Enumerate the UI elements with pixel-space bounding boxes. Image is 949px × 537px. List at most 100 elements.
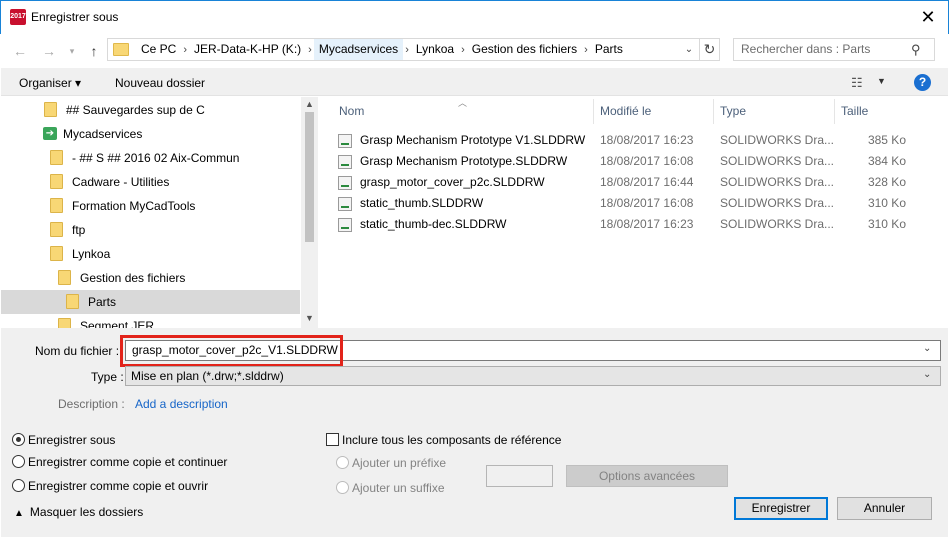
option-label: Ajouter un préfixe <box>352 456 447 470</box>
new-folder-button[interactable]: Nouveau dossier <box>115 76 205 90</box>
folder-icon <box>58 269 71 285</box>
file-size: 310 Ko <box>867 196 906 210</box>
column-header-date[interactable]: Modifié le <box>600 104 651 118</box>
nav-item-label: ## Sauvegardes sup de C <box>66 103 205 117</box>
file-name: static_thumb.SLDDRW <box>360 196 484 210</box>
nav-item-lynkoa[interactable]: Lynkoa <box>1 242 300 266</box>
file-date: 18/08/2017 16:44 <box>600 175 694 189</box>
hide-folders-toggle[interactable]: ▲ Masquer les dossiers <box>14 505 143 519</box>
forward-arrow-icon[interactable]: → <box>39 41 59 61</box>
file-type: SOLIDWORKS Dra... <box>720 217 835 231</box>
file-date: 18/08/2017 16:08 <box>600 154 694 168</box>
annotation-highlight-box <box>120 335 343 367</box>
file-size: 385 Ko <box>867 133 906 147</box>
radio-save-copy-continue[interactable]: Enregistrer comme copie et continuer <box>12 455 227 469</box>
nav-item-aix-commun[interactable]: - ## S ## 2016 02 Aix-Commun <box>1 146 300 170</box>
search-input[interactable]: Rechercher dans : Parts <box>733 38 935 61</box>
back-arrow-icon[interactable]: ← <box>10 41 30 61</box>
breadcrumb-gestion[interactable]: Gestion des fichiers <box>467 39 582 60</box>
column-header-size[interactable]: Taille <box>841 104 868 118</box>
file-name: Grasp Mechanism Prototype V1.SLDDRW <box>360 133 586 147</box>
file-type-select[interactable]: Mise en plan (*.drw;*.slddrw) <box>125 366 941 386</box>
option-label: Enregistrer comme copie et ouvrir <box>28 479 209 493</box>
nav-item-ftp[interactable]: ftp <box>1 218 300 242</box>
cancel-button[interactable]: Annuler <box>837 497 932 520</box>
save-button[interactable]: Enregistrer <box>734 497 828 520</box>
nav-item-label: Segment JER <box>80 319 155 328</box>
advanced-options-button[interactable]: Options avancées <box>566 465 728 487</box>
nav-item-cadware[interactable]: Cadware - Utilities <box>1 170 300 194</box>
nav-item-parts[interactable]: Parts <box>1 290 300 314</box>
slddrw-file-icon <box>338 218 352 232</box>
breadcrumb-parts[interactable]: Parts <box>590 39 628 60</box>
nav-item-mycadservices[interactable]: ➔ Mycadservices <box>1 122 300 146</box>
file-row[interactable]: grasp_motor_cover_p2c.SLDDRW 18/08/2017 … <box>338 172 918 193</box>
solidworks-app-icon: 2017 <box>10 9 26 25</box>
radio-save-copy-open[interactable]: Enregistrer comme copie et ouvrir <box>12 479 208 493</box>
column-header-name[interactable]: Nom <box>339 104 364 118</box>
filename-dropdown-icon[interactable]: ⌄ <box>923 343 931 354</box>
shortcut-icon: ➔ <box>43 126 57 140</box>
folder-icon <box>66 293 79 309</box>
nav-item-sauvegardes[interactable]: ## Sauvegardes sup de C <box>1 98 300 122</box>
chevron-right-icon[interactable]: › <box>459 44 467 56</box>
type-dropdown-icon[interactable]: ⌄ <box>923 369 931 380</box>
radio-add-suffix[interactable]: Ajouter un suffixe <box>336 481 445 495</box>
breadcrumb-lynkoa[interactable]: Lynkoa <box>411 39 459 60</box>
radio-save-as[interactable]: Enregistrer sous <box>12 433 115 447</box>
folder-icon <box>50 173 63 189</box>
organiser-menu[interactable]: Organiser ▾ <box>19 76 81 90</box>
folder-icon <box>50 149 63 165</box>
radio-icon[interactable] <box>12 455 25 469</box>
file-row[interactable]: static_thumb.SLDDRW 18/08/2017 16:08 SOL… <box>338 193 918 214</box>
column-divider[interactable] <box>834 99 835 124</box>
refresh-icon[interactable]: ↻ <box>700 38 720 61</box>
column-divider[interactable] <box>713 99 714 124</box>
navigation-pane[interactable]: ## Sauvegardes sup de C ➔ Mycadservices -… <box>1 97 318 328</box>
address-dropdown-icon[interactable]: ⌄ <box>681 40 697 59</box>
address-bar[interactable]: Ce PC › JER-Data-K-HP (K:) › Mycadservices… <box>107 38 700 61</box>
option-label: Inclure tous les composants de référence <box>342 433 562 447</box>
checkbox-icon[interactable] <box>326 433 339 447</box>
file-row[interactable]: Grasp Mechanism Prototype V1.SLDDRW 18/0… <box>338 130 918 151</box>
prefix-suffix-input[interactable] <box>486 465 553 487</box>
option-label: Ajouter un suffixe <box>352 481 445 495</box>
breadcrumb-ce-pc[interactable]: Ce PC <box>136 39 181 60</box>
scroll-up-icon[interactable]: ▲ <box>301 99 318 109</box>
radio-icon[interactable] <box>336 481 349 495</box>
up-arrow-icon[interactable]: ↑ <box>84 41 104 61</box>
search-icon[interactable]: ⚲ <box>911 42 925 57</box>
view-dropdown-icon[interactable]: ▼ <box>877 76 886 86</box>
file-type: SOLIDWORKS Dra... <box>720 175 835 189</box>
chevron-right-icon[interactable]: › <box>403 44 411 56</box>
file-row[interactable]: Grasp Mechanism Prototype.SLDDRW 18/08/2… <box>338 151 918 172</box>
nav-scrollbar-thumb[interactable] <box>305 112 314 242</box>
radio-selected-icon[interactable] <box>12 433 25 447</box>
file-size: 384 Ko <box>867 154 906 168</box>
file-name: static_thumb-dec.SLDDRW <box>360 217 507 231</box>
radio-icon[interactable] <box>12 479 25 493</box>
view-options-icon[interactable]: ☷ <box>851 75 869 90</box>
option-label: Enregistrer comme copie et continuer <box>28 455 228 469</box>
file-date: 18/08/2017 16:23 <box>600 217 694 231</box>
breadcrumb-mycadservices[interactable]: Mycadservices <box>313 39 404 60</box>
include-references-checkbox[interactable]: Inclure tous les composants de référence <box>326 433 561 447</box>
help-icon[interactable]: ? <box>914 74 931 91</box>
nav-item-segment[interactable]: Segment JER <box>1 314 300 328</box>
radio-add-prefix[interactable]: Ajouter un préfixe <box>336 456 446 470</box>
chevron-right-icon[interactable]: › <box>306 44 314 56</box>
column-divider[interactable] <box>593 99 594 124</box>
radio-icon[interactable] <box>336 456 349 470</box>
scroll-down-icon[interactable]: ▼ <box>301 313 318 323</box>
nav-item-formation[interactable]: Formation MyCadTools <box>1 194 300 218</box>
breadcrumb-drive[interactable]: JER-Data-K-HP (K:) <box>189 39 306 60</box>
nav-item-gestion[interactable]: Gestion des fichiers <box>1 266 300 290</box>
add-description-link[interactable]: Add a description <box>135 397 228 411</box>
column-header-type[interactable]: Type <box>720 104 746 118</box>
recent-locations-chevron-icon[interactable]: ▾ <box>62 41 82 61</box>
chevron-right-icon[interactable]: › <box>181 44 189 56</box>
file-row[interactable]: static_thumb-dec.SLDDRW 18/08/2017 16:23… <box>338 214 918 235</box>
chevron-right-icon[interactable]: › <box>582 44 590 56</box>
close-icon[interactable]: ✕ <box>914 4 942 30</box>
hide-folders-label: Masquer les dossiers <box>29 505 144 519</box>
